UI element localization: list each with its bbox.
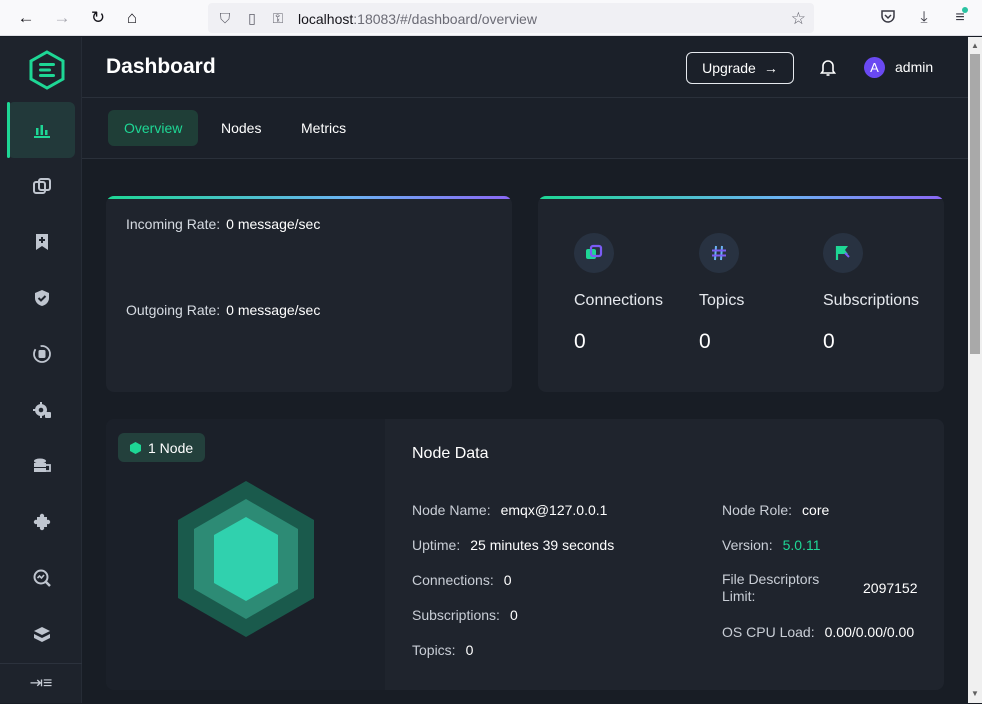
fd-limit-label: File Descriptors Limit:: [722, 571, 820, 604]
sidebar-item-management[interactable]: [8, 382, 75, 438]
bell-icon[interactable]: [818, 57, 838, 77]
node-count-badge[interactable]: 1 Node: [118, 433, 206, 462]
avatar[interactable]: A: [864, 57, 885, 78]
connections-icon: [574, 233, 614, 273]
back-icon[interactable]: ←: [16, 8, 36, 28]
bar-chart-icon: [33, 125, 50, 138]
tab-overview[interactable]: Overview: [108, 110, 199, 146]
card-accent-bar: [538, 196, 944, 199]
gear-icon: [32, 402, 51, 418]
card-accent-bar: [106, 196, 512, 199]
flag-icon: [823, 233, 863, 273]
app-container: ⇥≡ Dashboard Upgrade → A admin Overview …: [0, 37, 968, 703]
sidebar: ⇥≡: [0, 37, 82, 703]
key-icon[interactable]: ⚿: [270, 10, 286, 26]
node-card: 1 Node Node Data Node Name: emqx@127.0.0.…: [106, 419, 944, 690]
scroll-down-icon[interactable]: ▼: [968, 687, 982, 701]
version-row: Version: 5.0.11: [722, 537, 821, 553]
tab-nodes[interactable]: Nodes: [205, 110, 277, 146]
sidebar-item-integration[interactable]: [8, 326, 75, 382]
scroll-up-icon[interactable]: ▲: [968, 39, 982, 53]
node-data-panel: Node Data Node Name: emqx@127.0.0.1 Uptim…: [385, 419, 944, 690]
rates-card: Incoming Rate: 0 message/sec Outgoing Rat…: [106, 196, 512, 392]
node-name-row: Node Name: emqx@127.0.0.1: [412, 502, 608, 518]
stats-card: Connections 0 Topics 0 Subscriptions 0: [538, 196, 944, 392]
node-hexagon-icon[interactable]: [178, 481, 314, 637]
url-text[interactable]: localhost:18083/#/dashboard/overview: [298, 11, 537, 27]
shield-icon[interactable]: ⛉: [217, 10, 233, 26]
shield-icon: [34, 290, 49, 306]
incoming-rate: Incoming Rate: 0 message/sec: [126, 216, 321, 232]
data-sync-icon: [32, 345, 51, 363]
reload-icon[interactable]: ↻: [88, 8, 108, 28]
sidebar-item-rules[interactable]: [8, 438, 75, 494]
forward-icon[interactable]: →: [52, 8, 72, 28]
cpu-load-row: OS CPU Load: 0.00/0.00/0.00: [722, 624, 915, 640]
database-rules-icon: [33, 458, 51, 472]
pocket-icon[interactable]: [878, 8, 898, 28]
sidebar-item-subscriptions[interactable]: [8, 214, 75, 270]
update-dot: [962, 7, 968, 13]
subscriptions-row: Subscriptions: 0: [412, 607, 518, 623]
username[interactable]: admin: [895, 59, 933, 75]
upgrade-button[interactable]: Upgrade →: [686, 52, 794, 84]
search-analytics-icon: [33, 569, 51, 587]
collapse-menu-icon[interactable]: ⇥≡: [0, 663, 82, 703]
bookmark-add-icon: [35, 234, 48, 250]
sidebar-item-system[interactable]: [8, 606, 75, 662]
hexagon-icon: [130, 441, 141, 454]
top-header: Dashboard Upgrade → A admin: [82, 37, 968, 98]
node-visual-panel: 1 Node: [106, 419, 385, 690]
arrow-right-icon: →: [763, 60, 778, 76]
emqx-logo-icon[interactable]: [27, 50, 67, 90]
node-role-row: Node Role: core: [722, 502, 830, 518]
sidebar-item-extensions[interactable]: [8, 494, 75, 550]
download-icon[interactable]: ⤓: [914, 8, 934, 28]
connections-row: Connections: 0: [412, 572, 512, 588]
browser-toolbar: ← → ↻ ⌂ ⛉ ▯ ⚿ localhost:18083/#/dashboar…: [0, 0, 982, 36]
tab-bar: Overview Nodes Metrics: [82, 98, 968, 159]
tab-metrics[interactable]: Metrics: [285, 110, 362, 146]
address-bar[interactable]: ⛉ ▯ ⚿ localhost:18083/#/dashboard/overvi…: [208, 3, 814, 33]
sidebar-item-connections[interactable]: [8, 158, 75, 214]
topics-row: Topics: 0: [412, 642, 474, 658]
outgoing-rate: Outgoing Rate: 0 message/sec: [126, 302, 321, 318]
sidebar-item-dashboard[interactable]: [7, 102, 75, 158]
puzzle-icon: [33, 513, 50, 531]
connections-icon: [32, 178, 51, 194]
uptime-row: Uptime: 25 minutes 39 seconds: [412, 537, 615, 553]
upgrade-label: Upgrade: [702, 60, 756, 76]
home-icon[interactable]: ⌂: [122, 8, 142, 28]
stack-icon: [33, 627, 50, 642]
page-title: Dashboard: [106, 55, 216, 78]
hash-icon: [699, 233, 739, 273]
bookmark-star-icon[interactable]: ☆: [791, 9, 806, 29]
sidebar-item-diagnose[interactable]: [8, 550, 75, 606]
page-scrollbar[interactable]: ▲ ▼: [968, 37, 982, 703]
scroll-thumb[interactable]: [970, 54, 980, 354]
sidebar-item-access-control[interactable]: [8, 270, 75, 326]
node-data-title: Node Data: [412, 445, 489, 462]
fd-limit-value: 2097152: [863, 580, 918, 596]
page-icon: ▯: [248, 10, 256, 26]
